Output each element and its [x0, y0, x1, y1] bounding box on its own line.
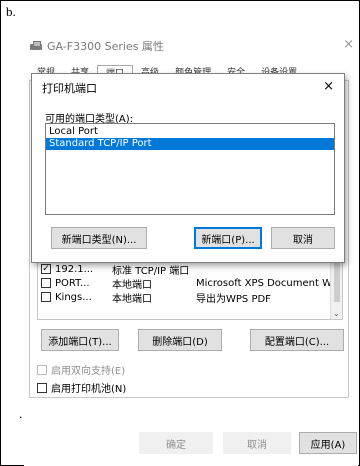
stray-mark: . [19, 406, 23, 421]
new-port-button[interactable]: 新端口(P)... [194, 227, 262, 249]
bidirectional-support-checkbox[interactable]: 启用双向支持(E) [37, 362, 125, 377]
port-description: 本地端口 [112, 293, 152, 305]
port-list[interactable]: ✓ 192.1... 标准 TCP/IP 端口 PORT... 本地端口 Mic… [37, 259, 343, 320]
port-description: 标准 TCP/IP 端口 [112, 265, 190, 277]
port-row[interactable]: PORT... 本地端口 Microsoft XPS Document W... [41, 276, 346, 291]
cancel-button[interactable]: 取消 [223, 432, 291, 454]
port-type-local[interactable]: Local Port [46, 126, 334, 138]
figure-caption: b. [6, 4, 16, 19]
new-port-type-button[interactable]: 新端口类型(N)... [51, 227, 147, 249]
port-list-scrollbar[interactable]: ⌄ [330, 260, 342, 319]
delete-port-button[interactable]: 删除端口(D) [138, 329, 222, 351]
bidirectional-support-label: 启用双向支持(E) [51, 366, 126, 377]
dialog-cancel-button[interactable]: 取消 [271, 227, 335, 249]
checkbox-icon[interactable] [41, 292, 51, 302]
dialog-title: 打印机端口 [42, 82, 97, 95]
close-icon[interactable]: × [323, 79, 334, 94]
port-printer: Microsoft XPS Document W... [196, 277, 341, 289]
configure-port-button[interactable]: 配置端口(C)... [250, 329, 344, 351]
chevron-down-icon[interactable]: ⌄ [333, 309, 340, 318]
port-row[interactable]: ✓ 192.1... 标准 TCP/IP 端口 [41, 262, 346, 277]
port-name: 192.1... [55, 263, 94, 275]
port-description: 本地端口 [112, 279, 152, 291]
port-name: PORT... [55, 277, 90, 289]
port-name: Kings... [55, 291, 92, 303]
printer-icon [30, 40, 42, 52]
ok-button[interactable]: 确定 [139, 432, 213, 454]
window-titlebar: GA-F3300 Series 属性 × [24, 29, 358, 63]
add-port-button[interactable]: 添加端口(T)... [41, 329, 119, 351]
printer-pooling-checkbox[interactable]: 启用打印机池(N) [37, 380, 126, 395]
port-type-standard-tcpip[interactable]: Standard TCP/IP Port [46, 138, 334, 150]
window-title: GA-F3300 Series 属性 [47, 40, 164, 53]
printer-pooling-label: 启用打印机池(N) [51, 384, 127, 395]
port-printer: 导出为WPS PDF [196, 293, 271, 305]
printer-ports-dialog: 打印机端口 × 可用的端口类型(A): Local Port Standard … [31, 73, 345, 263]
port-row[interactable]: Kings... 本地端口 导出为WPS PDF [41, 290, 346, 305]
apply-button[interactable]: 应用(A) [299, 432, 357, 454]
window-close-button[interactable]: × [343, 37, 354, 52]
scrollbar-thumb[interactable] [334, 262, 340, 302]
checkbox-icon[interactable]: ✓ [41, 264, 51, 274]
port-type-list[interactable]: Local Port Standard TCP/IP Port [45, 123, 335, 215]
checkbox-icon[interactable] [37, 382, 47, 393]
checkbox-icon[interactable] [41, 278, 51, 288]
checkbox-icon[interactable] [37, 364, 47, 375]
